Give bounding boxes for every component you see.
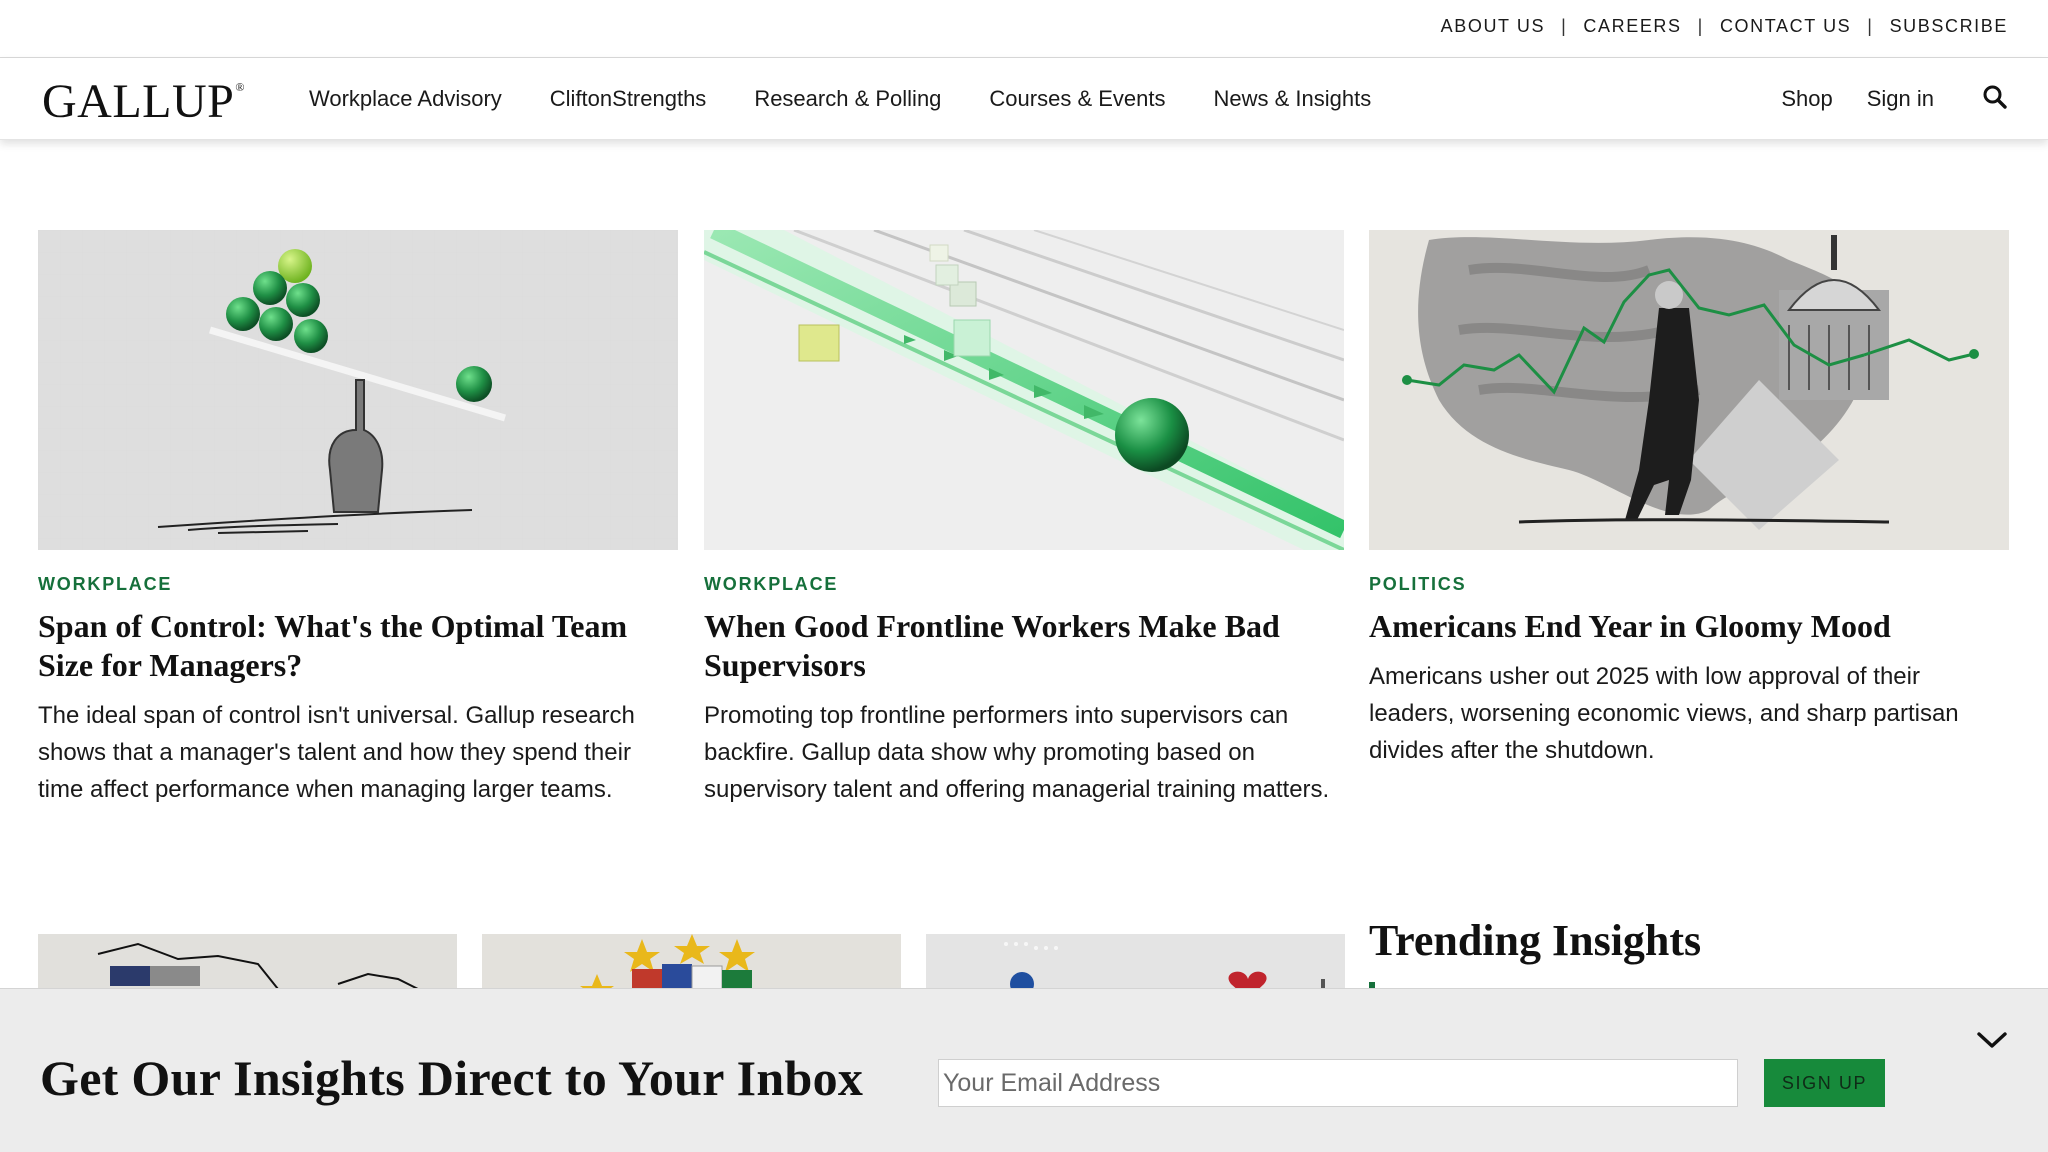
separator: |: [1867, 16, 1874, 36]
primary-nav: Workplace Advisory CliftonStrengths Rese…: [309, 86, 1419, 112]
utility-bar: ABOUT US | CAREERS | CONTACT US | SUBSCR…: [0, 0, 2048, 58]
careers-link[interactable]: CAREERS: [1583, 16, 1681, 37]
nav-research-polling[interactable]: Research & Polling: [754, 86, 941, 112]
article-title[interactable]: Americans End Year in Gloomy Mood: [1369, 607, 2009, 646]
main-navigation: GALLUP® Workplace Advisory CliftonStreng…: [0, 58, 2048, 140]
article-category[interactable]: WORKPLACE: [704, 574, 1344, 595]
registered-mark: ®: [235, 80, 245, 94]
article-title[interactable]: Span of Control: What's the Optimal Team…: [38, 607, 678, 685]
article-summary: The ideal span of control isn't universa…: [38, 702, 635, 803]
article-category[interactable]: WORKPLACE: [38, 574, 678, 595]
article-category[interactable]: POLITICS: [1369, 574, 2009, 595]
nav-news-insights[interactable]: News & Insights: [1214, 86, 1372, 112]
nav-workplace-advisory[interactable]: Workplace Advisory: [309, 86, 502, 112]
nav-cliftonstrengths[interactable]: CliftonStrengths: [550, 86, 707, 112]
shop-link[interactable]: Shop: [1781, 86, 1832, 112]
chevron-down-icon[interactable]: [1976, 1029, 2008, 1051]
subscribe-link[interactable]: SUBSCRIBE: [1890, 16, 2008, 37]
trending-insights-heading: Trending Insights: [1369, 916, 1702, 965]
nav-courses-events[interactable]: Courses & Events: [989, 86, 1165, 112]
about-us-link[interactable]: ABOUT US: [1441, 16, 1546, 37]
article-card[interactable]: POLITICS Americans End Year in Gloomy Mo…: [1369, 230, 2009, 769]
article-summary: Promoting top frontline performers into …: [704, 702, 1330, 803]
sign-in-link[interactable]: Sign in: [1867, 86, 1934, 112]
search-icon[interactable]: [1982, 84, 2008, 110]
article-image-balance[interactable]: [38, 230, 678, 550]
separator: |: [1697, 16, 1704, 36]
article-card[interactable]: WORKPLACE Span of Control: What's the Op…: [38, 230, 678, 808]
nav-right: Shop Sign in: [1781, 84, 2008, 112]
article-card[interactable]: WORKPLACE When Good Frontline Workers Ma…: [704, 230, 1344, 808]
article-title[interactable]: When Good Frontline Workers Make Bad Sup…: [704, 607, 1344, 685]
logo-text: GALLUP: [42, 75, 235, 128]
article-image-politics[interactable]: [1369, 230, 2009, 550]
article-summary: Americans usher out 2025 with low approv…: [1369, 663, 1959, 764]
article-image-lanes[interactable]: [704, 230, 1344, 550]
gallup-logo[interactable]: GALLUP®: [42, 74, 245, 129]
newsletter-heading: Get Our Insights Direct to Your Inbox: [40, 1050, 864, 1106]
sign-up-button[interactable]: SIGN UP: [1764, 1059, 1885, 1107]
separator: |: [1561, 16, 1568, 36]
newsletter-banner: Get Our Insights Direct to Your Inbox SI…: [0, 988, 2048, 1152]
utility-links: ABOUT US | CAREERS | CONTACT US | SUBSCR…: [1441, 16, 2008, 37]
contact-us-link[interactable]: CONTACT US: [1720, 16, 1851, 37]
email-input[interactable]: [938, 1059, 1738, 1107]
